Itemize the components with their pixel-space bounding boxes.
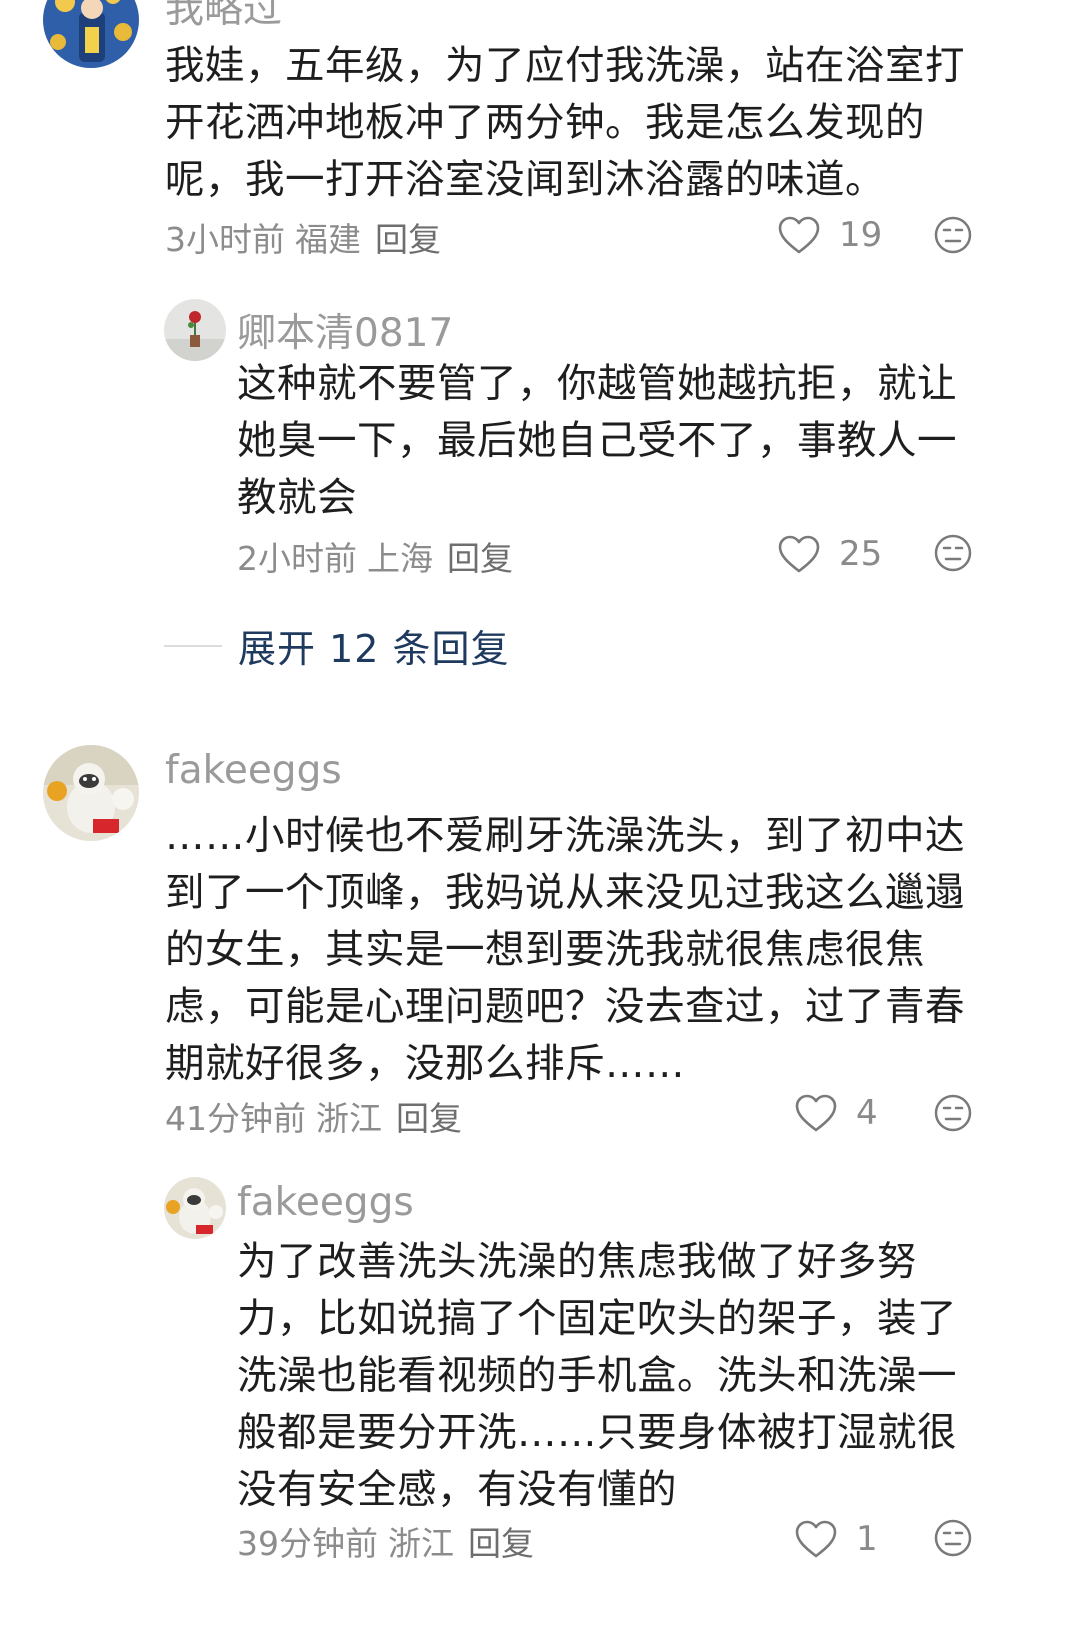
- comment-line: 的女生，其实是一想到要洗我就很焦虑很焦: [165, 927, 925, 973]
- avatar[interactable]: [43, 0, 139, 68]
- comment-line: 没有安全感，有没有懂的: [237, 1467, 677, 1513]
- heart-outline-icon: [795, 1520, 837, 1558]
- heart-outline-icon: [778, 535, 820, 573]
- comment-line: 为了改善洗头洗澡的焦虑我做了好多努: [237, 1239, 917, 1285]
- comment-line: ……小时候也不爱刷牙洗澡洗头，到了初中达: [165, 813, 965, 859]
- like-count: 1: [856, 1519, 878, 1559]
- timestamp: 41分钟前: [165, 1099, 306, 1138]
- meh-face-icon: [934, 1519, 972, 1557]
- location: 福建: [295, 220, 361, 259]
- comment-line: 洗澡也能看视频的手机盒。洗头和洗澡一: [237, 1353, 957, 1399]
- comment-line: 开花洒冲地板冲了两分钟。我是怎么发现的: [165, 100, 925, 146]
- timestamp: 3小时前: [165, 220, 285, 259]
- location: 浙江: [388, 1524, 454, 1563]
- like-count: 25: [839, 534, 883, 574]
- like-button[interactable]: 4: [794, 1091, 878, 1135]
- comment-thread: 我略过 我娃，五年级，为了应付我洗澡，站在浴室打 开花洒冲地板冲了两分钟。我是怎…: [0, 0, 1080, 1638]
- dislike-button[interactable]: [933, 533, 973, 573]
- comment-line: 这种就不要管了，你越管她越抗拒，就让: [237, 361, 957, 407]
- username[interactable]: 我略过: [165, 0, 282, 34]
- dislike-button[interactable]: [933, 215, 973, 255]
- comment-meta: 39分钟前 浙江 回复: [237, 1517, 534, 1565]
- comment-text: ……小时候也不爱刷牙洗澡洗头，到了初中达 到了一个顶峰，我妈说从来没见过我这么邋…: [165, 808, 965, 1093]
- location: 浙江: [316, 1099, 382, 1138]
- comment-line: 到了一个顶峰，我妈说从来没见过我这么邋遢: [165, 870, 965, 916]
- comment-line: 教就会: [237, 475, 357, 521]
- dislike-button[interactable]: [933, 1093, 973, 1133]
- comment-text: 这种就不要管了，你越管她越抗拒，就让 她臭一下，最后她自己受不了，事教人一 教就…: [237, 356, 957, 527]
- comment-text: 为了改善洗头洗澡的焦虑我做了好多努 力，比如说搞了个固定吹头的架子，装了 洗澡也…: [237, 1234, 957, 1519]
- comment-line: 力，比如说搞了个固定吹头的架子，装了: [237, 1296, 957, 1342]
- timestamp: 39分钟前: [237, 1524, 378, 1563]
- comment-line: 她臭一下，最后她自己受不了，事教人一: [237, 418, 957, 464]
- heart-outline-icon: [778, 216, 820, 254]
- location: 上海: [367, 539, 433, 578]
- like-button[interactable]: 19: [777, 213, 882, 257]
- like-button[interactable]: 25: [777, 532, 882, 576]
- reply-button[interactable]: 回复: [396, 1099, 462, 1138]
- meh-face-icon: [934, 216, 972, 254]
- like-button[interactable]: 1: [794, 1517, 878, 1561]
- comment-line: 期就好很多，没那么排斥……: [165, 1041, 685, 1087]
- comment-meta: 3小时前 福建 回复: [165, 213, 441, 261]
- meh-face-icon: [934, 534, 972, 572]
- expand-replies-button[interactable]: 展开 12 条回复: [164, 618, 510, 673]
- username[interactable]: fakeeggs: [165, 748, 342, 793]
- heart-outline-icon: [795, 1094, 837, 1132]
- avatar[interactable]: [164, 1177, 226, 1239]
- comment-line: 般都是要分开洗……只要身体被打湿就很: [237, 1410, 957, 1456]
- expand-replies-label: 展开 12 条回复: [238, 627, 510, 671]
- username[interactable]: fakeeggs: [237, 1180, 414, 1225]
- avatar[interactable]: [43, 745, 139, 841]
- reply-button[interactable]: 回复: [375, 220, 441, 259]
- divider: [164, 644, 222, 647]
- comment-text: 我娃，五年级，为了应付我洗澡，站在浴室打 开花洒冲地板冲了两分钟。我是怎么发现的…: [165, 38, 965, 209]
- comment-meta: 41分钟前 浙江 回复: [165, 1092, 462, 1140]
- reply-button[interactable]: 回复: [468, 1524, 534, 1563]
- username[interactable]: 卿本清0817: [237, 302, 453, 358]
- dislike-button[interactable]: [933, 1518, 973, 1558]
- like-count: 19: [839, 215, 883, 255]
- comment-line: 虑，可能是心理问题吧？没去查过，过了青春: [165, 984, 965, 1030]
- like-count: 4: [856, 1093, 878, 1133]
- comment-line: 我娃，五年级，为了应付我洗澡，站在浴室打: [165, 43, 965, 89]
- comment-line: 呢，我一打开浴室没闻到沐浴露的味道。: [165, 157, 885, 203]
- avatar[interactable]: [164, 299, 226, 361]
- reply-button[interactable]: 回复: [447, 539, 513, 578]
- meh-face-icon: [934, 1094, 972, 1132]
- comment-meta: 2小时前 上海 回复: [237, 532, 513, 580]
- timestamp: 2小时前: [237, 539, 357, 578]
